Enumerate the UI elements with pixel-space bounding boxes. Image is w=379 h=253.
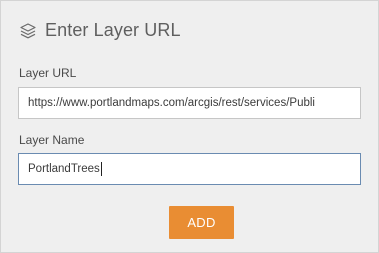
layer-url-input[interactable]: https://www.portlandmaps.com/arcgis/rest… — [18, 87, 361, 119]
panel-title: Enter Layer URL — [45, 20, 181, 40]
layer-name-value: PortlandTrees — [28, 163, 100, 175]
text-caret — [100, 161, 102, 176]
add-button[interactable]: ADD — [169, 206, 234, 239]
panel-header: Enter Layer URL — [19, 20, 181, 41]
layer-url-value: https://www.portlandmaps.com/arcgis/rest… — [28, 97, 315, 109]
layer-url-label: Layer URL — [19, 66, 77, 80]
layer-name-label: Layer Name — [19, 133, 85, 147]
enter-layer-url-panel: Enter Layer URL Layer URL https://www.po… — [0, 0, 379, 253]
layer-name-input[interactable]: PortlandTrees — [18, 153, 361, 185]
layers-icon — [19, 22, 37, 40]
